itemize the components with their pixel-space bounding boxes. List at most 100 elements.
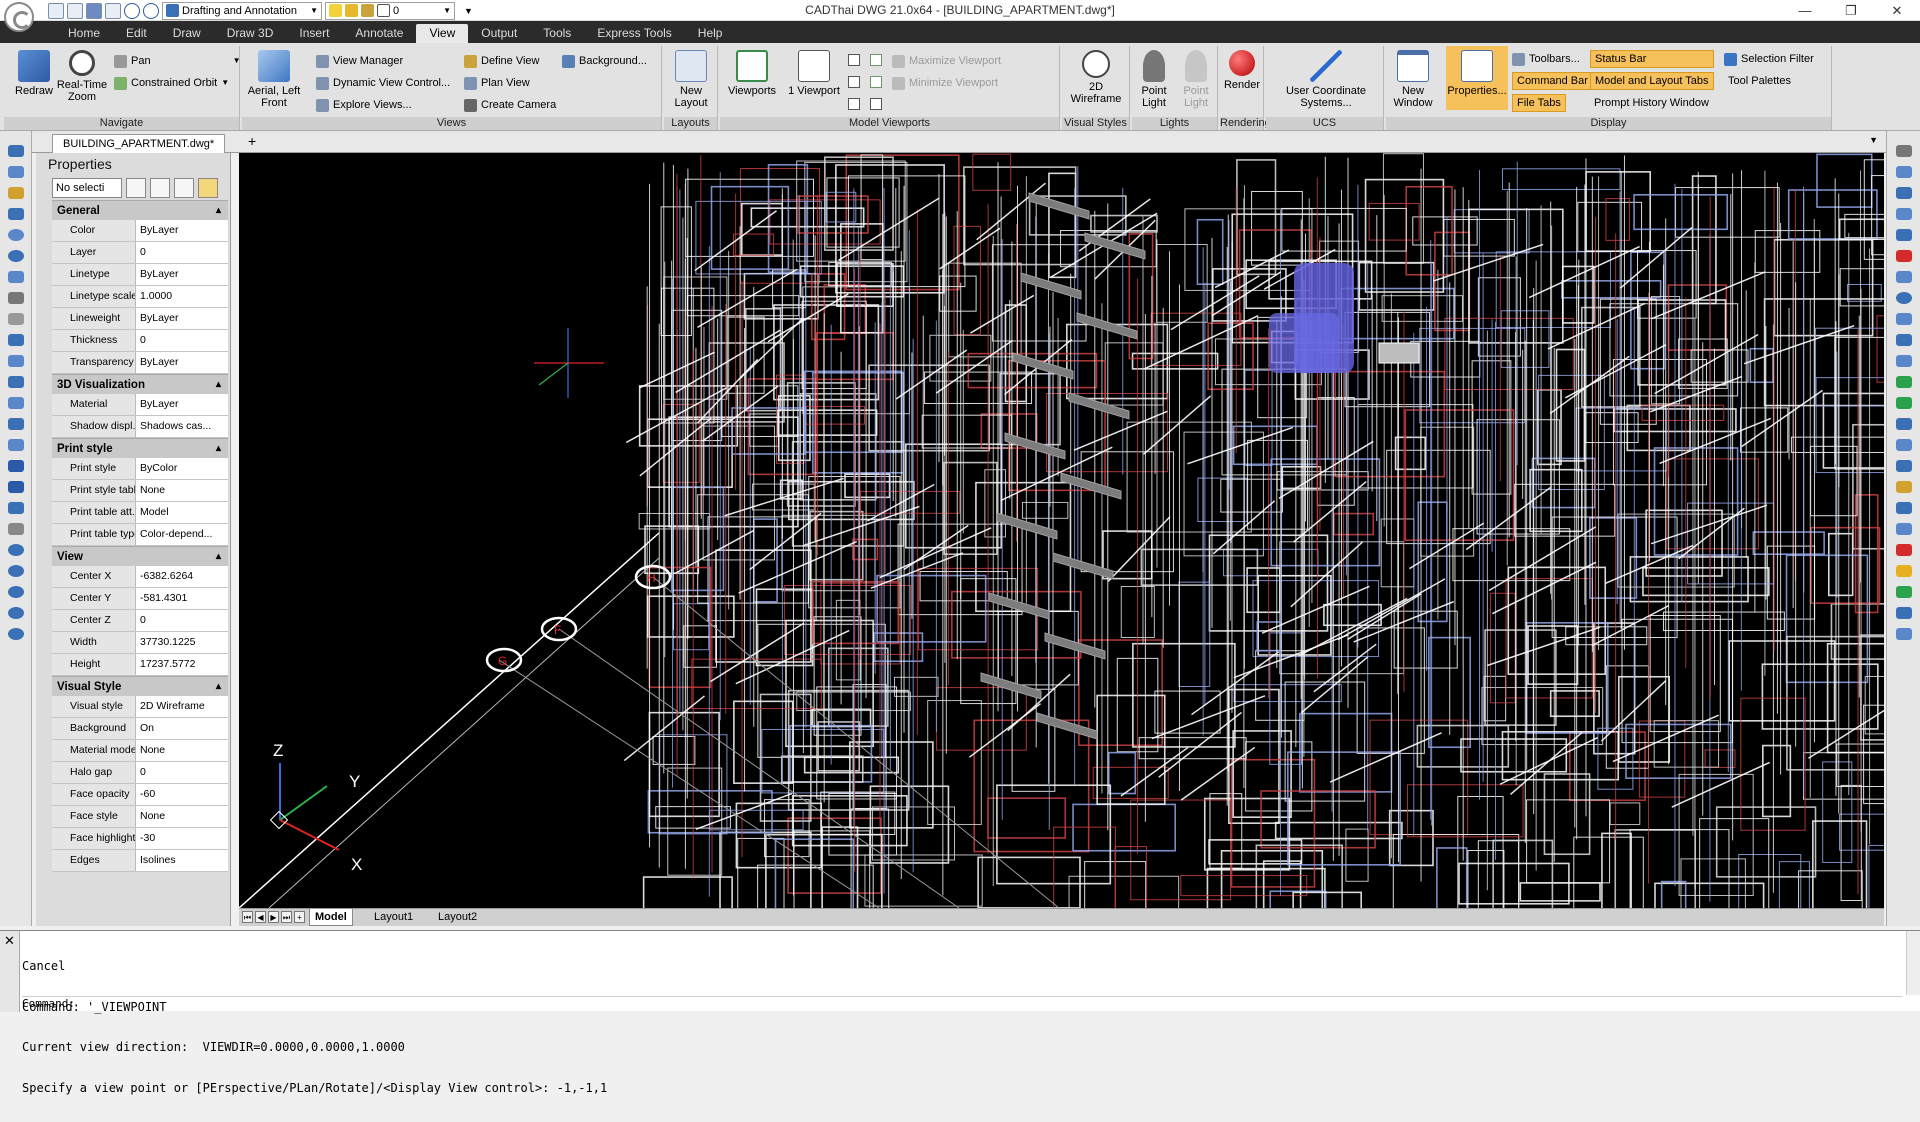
command-window-handle[interactable]: ✕	[0, 931, 20, 1012]
property-row[interactable]: Face style None	[52, 806, 228, 828]
split-viewports-icon[interactable]	[870, 76, 882, 88]
restore-button[interactable]: ❐	[1828, 0, 1874, 21]
property-value[interactable]: On	[136, 718, 228, 739]
2d-wireframe-button[interactable]: 2D Wireframe	[1066, 50, 1126, 105]
render-button[interactable]: Render	[1220, 50, 1264, 91]
property-row[interactable]: Material mode None	[52, 740, 228, 762]
property-value[interactable]: 0	[136, 762, 228, 783]
properties-section-header[interactable]: View	[52, 546, 228, 567]
last-tab-icon[interactable]: ⏭	[281, 911, 292, 923]
property-row[interactable]: Center Z0	[52, 610, 228, 632]
calculator-tool-icon[interactable]	[1895, 607, 1912, 619]
move-tool-icon[interactable]	[1895, 271, 1912, 283]
new-window-button[interactable]: New Window	[1386, 50, 1440, 109]
property-value[interactable]: ByLayer	[136, 308, 228, 329]
property-row[interactable]: Face opacity -60	[52, 784, 228, 806]
edit-spline-tool-icon[interactable]	[1895, 523, 1912, 535]
close-icon[interactable]: ✕	[4, 933, 15, 949]
tab-layout2[interactable]: Layout2	[433, 909, 482, 926]
command-input[interactable]: Command:	[22, 996, 1902, 1011]
stretch-tool-icon[interactable]	[1895, 334, 1912, 346]
property-row[interactable]: Linetype ByLayer	[52, 264, 228, 286]
spline-tool-icon[interactable]	[7, 208, 24, 220]
text-tool-icon[interactable]	[7, 460, 24, 472]
filter-properties-icon[interactable]	[198, 177, 218, 198]
property-value[interactable]: 2D Wireframe	[136, 696, 228, 717]
mtext-tool-icon[interactable]	[7, 481, 24, 493]
property-value[interactable]: None	[136, 806, 228, 827]
break-tool-icon[interactable]	[1895, 397, 1912, 409]
offset-tool-icon[interactable]	[1895, 208, 1912, 220]
plan-view-button[interactable]: Plan View	[464, 74, 530, 92]
property-row[interactable]: Height 17237.5772	[52, 654, 228, 676]
zoom-previous-tool-icon[interactable]	[7, 628, 24, 640]
property-value[interactable]: Model	[136, 502, 228, 523]
command-scrollbar[interactable]	[1906, 931, 1920, 995]
tab-list-chevron-icon[interactable]: ▼	[1869, 135, 1878, 145]
status-bar-toggle[interactable]: Status Bar	[1590, 50, 1714, 68]
insert-tool-icon[interactable]	[7, 397, 24, 409]
join-tool-icon[interactable]	[1895, 418, 1912, 430]
selection-combo[interactable]: No selecti	[52, 177, 122, 198]
toolbars-button[interactable]: Toolbars...	[1512, 50, 1580, 68]
property-value[interactable]: ByLayer	[136, 264, 228, 285]
pan-tool-icon[interactable]	[7, 523, 24, 535]
edit-polyline-tool-icon[interactable]	[1895, 502, 1912, 514]
drawing-canvas[interactable]: Z Y X H F G	[239, 153, 1884, 908]
next-tab-icon[interactable]: ▶	[268, 911, 279, 923]
zoom-out-tool-icon[interactable]	[7, 565, 24, 577]
rotate-tool-icon[interactable]	[1895, 292, 1912, 304]
close-button[interactable]: ✕	[1874, 0, 1920, 21]
extend-tool-icon[interactable]	[1895, 376, 1912, 388]
property-value[interactable]: ByLayer	[136, 394, 228, 415]
copy-tool-icon[interactable]	[1895, 166, 1912, 178]
zoom-in-tool-icon[interactable]	[7, 544, 24, 556]
ellipse-tool-icon[interactable]	[7, 250, 24, 262]
tab-view[interactable]: View	[416, 24, 469, 43]
property-row[interactable]: Halo gap 0	[52, 762, 228, 784]
prompt-history-toggle[interactable]: Prompt History Window	[1594, 94, 1709, 112]
property-value[interactable]: ByColor	[136, 458, 228, 479]
property-row[interactable]: Print table type Color-depend...	[52, 524, 228, 546]
property-value[interactable]: 0	[136, 330, 228, 351]
arc-tool-icon[interactable]	[7, 187, 24, 199]
property-row[interactable]: Edges Isolines	[52, 850, 228, 872]
property-row[interactable]: Width 37730.1225	[52, 632, 228, 654]
viewports-button[interactable]: Viewports	[724, 50, 780, 97]
quick-select-icon[interactable]	[174, 177, 194, 198]
property-row[interactable]: Visual style 2D Wireframe	[52, 696, 228, 718]
property-row[interactable]: Center X -6382.6264	[52, 566, 228, 588]
add-tab-icon[interactable]: +	[248, 133, 256, 149]
scale-tool-icon[interactable]	[1895, 313, 1912, 325]
property-value[interactable]: 37730.1225	[136, 632, 228, 653]
property-row[interactable]: Print style table None	[52, 480, 228, 502]
property-row[interactable]: Print style ByColor	[52, 458, 228, 480]
zoom-window-tool-icon[interactable]	[7, 586, 24, 598]
minimize-button[interactable]: —	[1782, 0, 1828, 21]
revcloud-tool-icon[interactable]	[7, 418, 24, 430]
property-value[interactable]: 1.0000	[136, 286, 228, 307]
inquiry-tool-icon[interactable]	[1895, 628, 1912, 640]
property-row[interactable]: Color ByLayer	[52, 220, 228, 242]
four-viewports-icon[interactable]	[848, 98, 860, 110]
property-row[interactable]: Material ByLayer	[52, 394, 228, 416]
minimize-viewport-button[interactable]: Minimize Viewport	[892, 74, 998, 92]
aerial-left-front-button[interactable]: Aerial, Left Front	[244, 50, 304, 109]
property-value[interactable]: 0	[136, 610, 228, 631]
property-value[interactable]: Isolines	[136, 850, 228, 871]
three-viewports-icon[interactable]	[848, 76, 860, 88]
tab-draw[interactable]: Draw	[160, 24, 214, 43]
tab-layout1[interactable]: Layout1	[369, 909, 418, 926]
document-tab[interactable]: BUILDING_APARTMENT.dwg*	[52, 134, 226, 153]
point-light-button[interactable]: Point Light	[1132, 50, 1176, 109]
tool-palettes-toggle[interactable]: Tool Palettes	[1728, 72, 1791, 90]
property-value[interactable]: 0	[136, 242, 228, 263]
selection-filter-button[interactable]: Selection Filter	[1724, 50, 1814, 68]
tab-home[interactable]: Home	[55, 24, 113, 43]
zoom-extents-tool-icon[interactable]	[7, 607, 24, 619]
region-tool-icon[interactable]	[7, 334, 24, 346]
cadthai-logo-icon[interactable]	[4, 2, 34, 32]
create-camera-button[interactable]: Create Camera	[464, 96, 556, 114]
point-light-2-button[interactable]: Point Light	[1174, 50, 1218, 109]
table-tool-icon[interactable]	[7, 355, 24, 367]
